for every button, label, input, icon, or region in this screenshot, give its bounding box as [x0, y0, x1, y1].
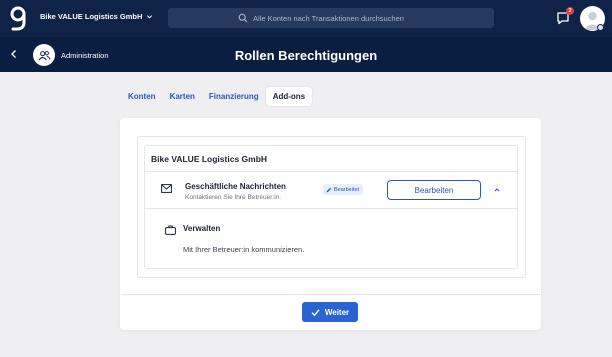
company-switcher[interactable]: Bike VALUE Logistics GmbH	[40, 12, 153, 21]
status-text: Bearbeitet	[334, 186, 360, 193]
check-icon	[311, 308, 320, 316]
permission-subtitle: Kontaktieren Sie Ihre Betreuer:in.	[185, 194, 282, 201]
chevron-up-icon[interactable]	[493, 186, 501, 194]
divider	[145, 171, 517, 172]
tab-bar: Konten Karten Finanzierung Add-ons	[121, 86, 313, 106]
footer-divider	[121, 294, 540, 295]
permission-detail	[145, 210, 517, 268]
company-title: Bike VALUE Logistics GmbH	[151, 154, 268, 164]
pencil-icon	[326, 187, 332, 192]
tab-karten[interactable]: Karten	[163, 87, 202, 106]
briefcase-icon	[165, 225, 176, 235]
detail-title: Verwalten	[183, 224, 221, 233]
tab-add-ons[interactable]: Add-ons	[265, 86, 313, 106]
next-label: Weiter	[324, 307, 350, 317]
mail-icon	[161, 184, 172, 193]
avatar-settings-icon	[597, 24, 604, 31]
app-logo[interactable]	[7, 5, 29, 33]
search-input[interactable]	[253, 13, 463, 23]
tab-finanzierung[interactable]: Finanzierung	[202, 87, 266, 106]
chevron-down-icon	[147, 15, 153, 19]
permission-title: Geschäftliche Nachrichten	[185, 182, 286, 191]
company-name: Bike VALUE Logistics GmbH	[40, 12, 143, 21]
notification-badge: 2	[566, 7, 574, 15]
divider	[145, 208, 517, 209]
page-title: Rollen Berechtigungen	[234, 48, 378, 63]
next-button[interactable]: Weiter	[302, 302, 358, 322]
tab-konten[interactable]: Konten	[121, 87, 163, 106]
search-bar[interactable]	[168, 8, 494, 28]
detail-description: Mit Ihrer Betreuer:in kommunizieren.	[183, 245, 305, 254]
search-icon	[238, 13, 248, 23]
status-badge: Bearbeitet	[323, 184, 364, 195]
edit-button[interactable]: Bearbeiten	[387, 180, 481, 200]
